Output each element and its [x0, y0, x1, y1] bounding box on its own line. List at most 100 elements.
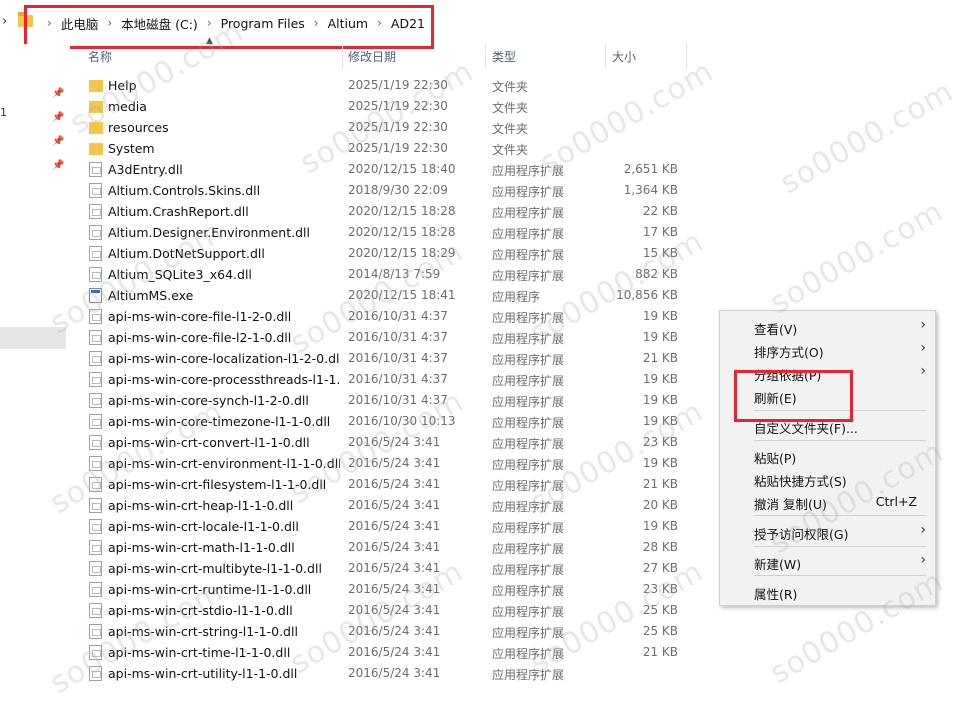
- file-row[interactable]: Altium.Designer.Environment.dll 2020/12/1…: [0, 222, 700, 243]
- file-name: api-ms-win-crt-string-l1-1-0.dll: [108, 624, 298, 639]
- file-date: 2016/10/31 4:37: [348, 393, 448, 407]
- file-row[interactable]: A3dEntry.dll 2020/12/15 18:40 应用程序扩展 2,651 …: [0, 159, 700, 180]
- menu-item-undo-copy[interactable]: 撤消 复制(U) Ctrl+Z: [720, 491, 935, 513]
- file-row[interactable]: Altium_SQLite3_x64.dll 2014/8/13 7:59 应用程序…: [0, 264, 700, 285]
- folder-icon: [89, 80, 103, 92]
- file-type: 应用程序扩展: [492, 647, 565, 661]
- file-name: A3dEntry.dll: [108, 162, 183, 177]
- file-size: 15 KB: [642, 246, 678, 260]
- file-row[interactable]: api-ms-win-crt-locale-l1-1-0.dll 2016/5/2…: [0, 516, 700, 537]
- menu-separator: [754, 575, 926, 576]
- file-name: api-ms-win-crt-runtime-l1-1-0.dll: [108, 582, 312, 597]
- file-name: api-ms-win-core-processthreads-l1-1...: [108, 372, 340, 387]
- menu-item-new[interactable]: 新建(W) ›: [720, 551, 935, 573]
- file-date: 2016/10/30 10:13: [348, 414, 456, 428]
- file-size: 19 KB: [642, 372, 678, 386]
- file-name: Altium.Controls.Skins.dll: [108, 183, 261, 198]
- file-date: 2016/5/24 3:41: [348, 561, 441, 575]
- file-date: 2016/5/24 3:41: [348, 456, 441, 470]
- menu-item-label: 属性(R): [754, 587, 798, 602]
- file-size: 19 KB: [642, 414, 678, 428]
- menu-separator: [754, 546, 926, 547]
- file-row[interactable]: Altium.CrashReport.dll 2020/12/15 18:28 应用…: [0, 201, 700, 222]
- file-size: 19 KB: [642, 456, 678, 470]
- file-row[interactable]: api-ms-win-core-processthreads-l1-1... 20…: [0, 369, 700, 390]
- file-name: AltiumMS.exe: [108, 288, 194, 303]
- file-type: 应用程序扩展: [492, 458, 565, 472]
- file-row[interactable]: api-ms-win-crt-environment-l1-1-0.dll 201…: [0, 453, 700, 474]
- file-type: 应用程序扩展: [492, 437, 565, 451]
- file-name: resources: [108, 120, 169, 135]
- column-divider[interactable]: [605, 44, 606, 68]
- file-date: 2016/5/24 3:41: [348, 645, 441, 659]
- file-type: 应用程序扩展: [492, 521, 565, 535]
- file-row[interactable]: api-ms-win-crt-math-l1-1-0.dll 2016/5/24 …: [0, 537, 700, 558]
- file-row[interactable]: api-ms-win-crt-convert-l1-1-0.dll 2016/5/…: [0, 432, 700, 453]
- file-row[interactable]: api-ms-win-crt-filesystem-l1-1-0.dll 2016…: [0, 474, 700, 495]
- file-date: 2016/5/24 3:41: [348, 666, 441, 680]
- file-name: api-ms-win-core-synch-l1-2-0.dll: [108, 393, 309, 408]
- dll-file-icon: [89, 351, 102, 366]
- file-row[interactable]: media 2025/1/19 22:30 文件夹: [0, 96, 700, 117]
- folder-icon: [89, 101, 103, 113]
- file-row[interactable]: Help 2025/1/19 22:30 文件夹: [0, 75, 700, 96]
- file-size: 19 KB: [642, 519, 678, 533]
- file-name: System: [108, 141, 155, 156]
- file-name: api-ms-win-crt-convert-l1-1-0.dll: [108, 435, 310, 450]
- menu-item-sort[interactable]: 排序方式(O) ›: [720, 339, 935, 361]
- menu-item-label: 查看(V): [754, 322, 798, 337]
- file-type: 应用程序: [492, 290, 541, 304]
- file-size: 27 KB: [642, 561, 678, 575]
- column-header-name[interactable]: 名称: [88, 48, 112, 65]
- file-row[interactable]: api-ms-win-crt-string-l1-1-0.dll 2016/5/2…: [0, 621, 700, 642]
- file-date: 2014/8/13 7:59: [348, 267, 441, 281]
- menu-item-paste-shortcut[interactable]: 粘贴快捷方式(S): [720, 468, 935, 490]
- menu-item-label: 粘贴快捷方式(S): [754, 474, 847, 489]
- column-header-date[interactable]: 修改日期: [348, 48, 396, 65]
- file-date: 2016/10/31 4:37: [348, 372, 448, 386]
- file-row[interactable]: api-ms-win-crt-heap-l1-1-0.dll 2016/5/24 …: [0, 495, 700, 516]
- file-row[interactable]: resources 2025/1/19 22:30 文件夹: [0, 117, 700, 138]
- file-size: 25 KB: [642, 603, 678, 617]
- file-row[interactable]: api-ms-win-core-localization-l1-2-0.dll 2…: [0, 348, 700, 369]
- file-row[interactable]: AltiumMS.exe 2020/12/15 18:41 应用程序 10,856 K…: [0, 285, 700, 306]
- file-row[interactable]: api-ms-win-crt-runtime-l1-1-0.dll 2016/5/…: [0, 579, 700, 600]
- file-date: 2016/5/24 3:41: [348, 498, 441, 512]
- file-row[interactable]: api-ms-win-crt-multibyte-l1-1-0.dll 2016/…: [0, 558, 700, 579]
- chevron-right-icon: ›: [920, 552, 926, 568]
- file-row[interactable]: api-ms-win-core-file-l1-2-0.dll 2016/10/3…: [0, 306, 700, 327]
- file-date: 2016/10/31 4:37: [348, 309, 448, 323]
- file-row[interactable]: api-ms-win-core-synch-l1-2-0.dll 2016/10/…: [0, 390, 700, 411]
- column-divider[interactable]: [342, 44, 343, 68]
- file-row[interactable]: System 2025/1/19 22:30 文件夹: [0, 138, 700, 159]
- menu-separator: [754, 515, 926, 516]
- column-divider[interactable]: [485, 44, 486, 68]
- file-name: Help: [108, 78, 137, 93]
- chevron-right-icon[interactable]: ›: [2, 13, 12, 31]
- menu-item-properties[interactable]: 属性(R): [720, 581, 935, 603]
- file-type: 应用程序扩展: [492, 311, 565, 325]
- file-type: 应用程序扩展: [492, 395, 565, 409]
- file-size: 2,651 KB: [623, 162, 678, 176]
- file-row[interactable]: api-ms-win-core-file-l2-1-0.dll 2016/10/3…: [0, 327, 700, 348]
- menu-separator: [754, 440, 926, 441]
- file-type: 应用程序扩展: [492, 206, 565, 220]
- menu-item-grant-access[interactable]: 授予访问权限(G) ›: [720, 521, 935, 543]
- file-row[interactable]: Altium.Controls.Skins.dll 2018/9/30 22:09…: [0, 180, 700, 201]
- column-header-type[interactable]: 类型: [492, 48, 516, 65]
- file-name: api-ms-win-core-timezone-l1-1-0.dll: [108, 414, 331, 429]
- file-date: 2025/1/19 22:30: [348, 78, 448, 92]
- menu-item-paste[interactable]: 粘贴(P): [720, 445, 935, 467]
- column-divider[interactable]: [686, 44, 687, 68]
- file-type: 应用程序扩展: [492, 584, 565, 598]
- file-size: 19 KB: [642, 393, 678, 407]
- column-header-size[interactable]: 大小: [612, 48, 636, 65]
- file-row[interactable]: api-ms-win-crt-time-l1-1-0.dll 2016/5/24 …: [0, 642, 700, 663]
- file-row[interactable]: Altium.DotNetSupport.dll 2020/12/15 18:29…: [0, 243, 700, 264]
- file-row[interactable]: api-ms-win-crt-stdio-l1-1-0.dll 2016/5/24…: [0, 600, 700, 621]
- dll-file-icon: [89, 540, 102, 555]
- menu-item-label: 粘贴(P): [754, 451, 797, 466]
- menu-item-view[interactable]: 查看(V) ›: [720, 316, 935, 338]
- file-date: 2016/5/24 3:41: [348, 477, 441, 491]
- file-row[interactable]: api-ms-win-core-timezone-l1-1-0.dll 2016/…: [0, 411, 700, 432]
